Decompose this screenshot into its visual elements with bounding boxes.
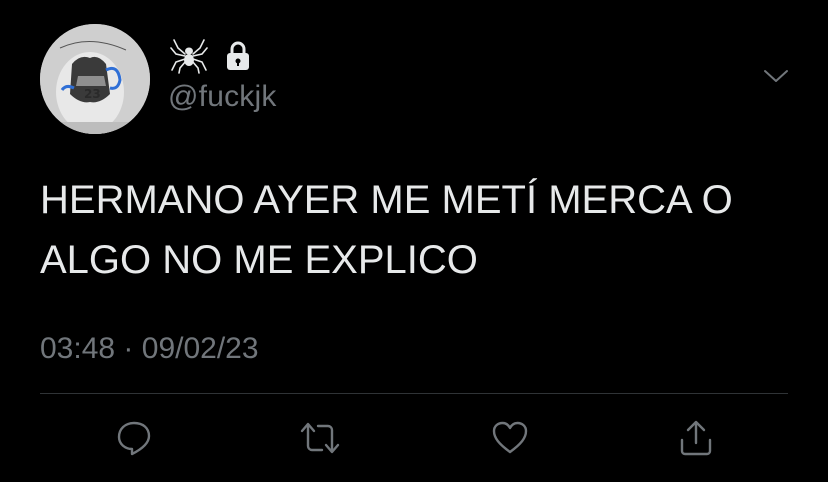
divider <box>40 393 788 394</box>
heart-icon <box>490 418 530 458</box>
tweet-text-line: ALGO NO ME EXPLICO <box>40 238 478 282</box>
meta-separator: · <box>123 332 134 365</box>
tweet-text-line: HERMANO AYER ME METÍ MERCA O <box>40 178 733 222</box>
spider-icon <box>170 38 208 74</box>
like-button[interactable] <box>488 416 532 460</box>
chevron-down-icon[interactable] <box>762 66 790 86</box>
avatar[interactable]: 23 <box>40 24 150 134</box>
tweet: 23 @fuckjk HERMANO AYER ME METÍ MERCA O … <box>0 0 828 482</box>
tweet-text: HERMANO AYER ME METÍ MERCA O ALGO NO ME … <box>40 170 800 290</box>
svg-text:23: 23 <box>84 87 101 101</box>
display-name-row <box>170 38 254 74</box>
share-icon <box>676 418 716 458</box>
share-button[interactable] <box>674 416 718 460</box>
tweet-time: 03:48 <box>40 332 116 365</box>
reply-button[interactable] <box>112 416 156 460</box>
retweet-icon <box>298 418 342 458</box>
tweet-date: 09/02/23 <box>141 332 259 365</box>
user-handle[interactable]: @fuckjk <box>168 80 277 114</box>
tweet-timestamp[interactable]: 03:48 · 09/02/23 <box>40 332 259 366</box>
comment-icon <box>114 418 154 458</box>
retweet-button[interactable] <box>298 416 342 460</box>
action-bar <box>0 410 828 466</box>
lock-icon <box>222 40 254 72</box>
avatar-photo: 23 <box>40 24 150 134</box>
